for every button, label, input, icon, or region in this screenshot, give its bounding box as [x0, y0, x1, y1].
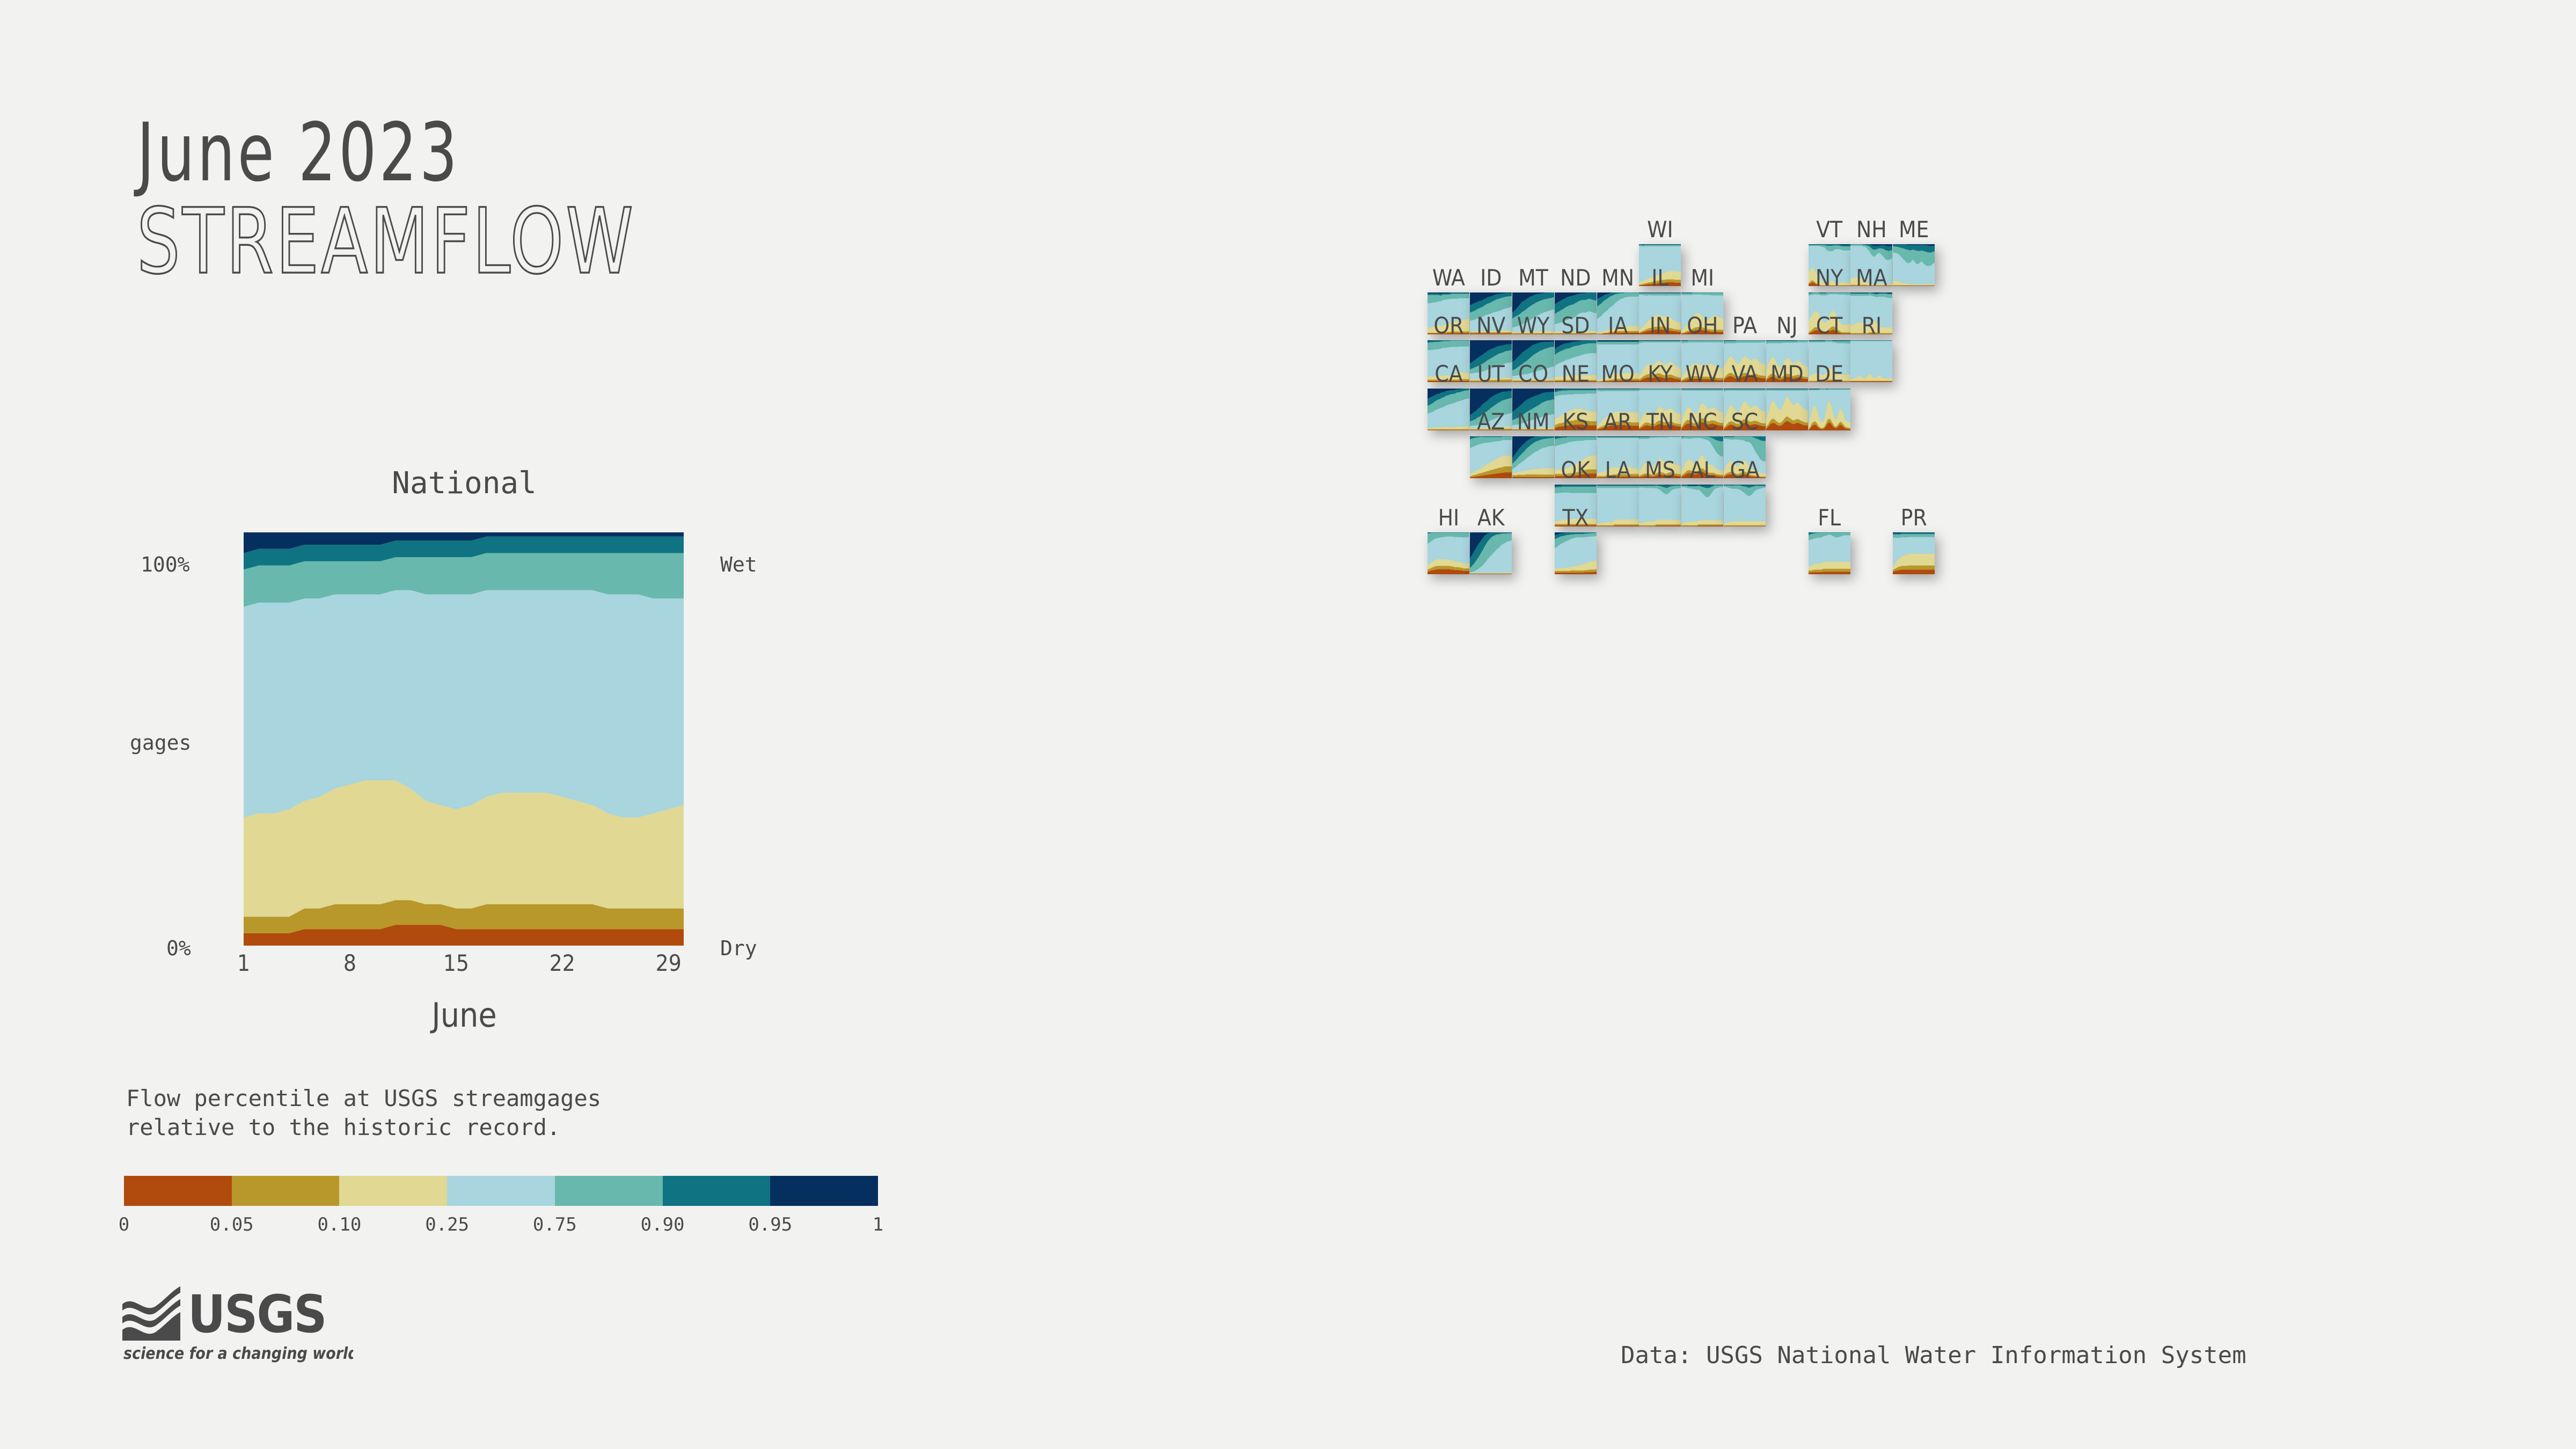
- state-tile-de[interactable]: DE: [1808, 361, 1850, 430]
- state-label-ks: KS: [1562, 408, 1589, 435]
- state-label-ri: RI: [1861, 312, 1882, 339]
- state-chart-md: [1766, 388, 1808, 430]
- state-tile-hi[interactable]: HI: [1428, 504, 1470, 574]
- state-label-ny: NY: [1815, 264, 1843, 291]
- state-label-wy: WY: [1517, 312, 1550, 339]
- state-label-ak: AK: [1477, 504, 1505, 531]
- state-chart-de: [1808, 388, 1850, 430]
- state-label-ca: CA: [1435, 360, 1463, 387]
- state-label-mi: MI: [1690, 264, 1715, 291]
- state-label-nd: ND: [1560, 264, 1591, 291]
- state-label-nv: NV: [1476, 312, 1506, 339]
- state-label-pa: PA: [1732, 312, 1757, 339]
- state-label-ar: AR: [1604, 408, 1632, 435]
- state-tile-tx[interactable]: TX: [1554, 504, 1597, 574]
- state-tile-ga[interactable]: GA: [1724, 457, 1766, 526]
- state-tile-grid: WI VT NH ME WA ID MT ND MN IL MI NY MA OR NV WY SD IA IN OH…: [0, 0, 2576, 1449]
- state-chart-ca: [1428, 388, 1470, 430]
- state-label-me: ME: [1898, 216, 1929, 243]
- state-chart-ri: [1850, 340, 1893, 382]
- state-label-nh: NH: [1856, 216, 1887, 243]
- state-tile-md[interactable]: MD: [1766, 361, 1808, 430]
- state-label-nm: NM: [1517, 408, 1550, 435]
- state-label-il: IL: [1651, 264, 1669, 291]
- state-label-tn: TN: [1646, 408, 1674, 435]
- state-label-ms: MS: [1645, 456, 1675, 483]
- state-tile-ri[interactable]: RI: [1850, 312, 1893, 382]
- state-label-sc: SC: [1731, 408, 1759, 435]
- state-label-nc: NC: [1687, 408, 1717, 435]
- state-chart-tx: [1554, 532, 1597, 574]
- state-tile-ms[interactable]: MS: [1639, 457, 1681, 526]
- state-label-co: CO: [1518, 360, 1549, 387]
- state-label-vt: VT: [1816, 216, 1843, 243]
- state-label-oh: OH: [1687, 312, 1718, 339]
- state-label-al: AL: [1689, 456, 1715, 483]
- state-chart-nm: [1512, 436, 1554, 478]
- state-chart-hi: [1428, 532, 1470, 574]
- state-label-in: IN: [1649, 312, 1671, 339]
- state-label-id: ID: [1480, 264, 1502, 291]
- state-chart-fl: [1808, 532, 1850, 574]
- state-label-tx: TX: [1562, 504, 1589, 531]
- state-chart-la: [1597, 484, 1639, 526]
- state-label-de: DE: [1815, 360, 1844, 387]
- state-chart-ga: [1724, 484, 1766, 526]
- state-chart-az: [1470, 436, 1512, 478]
- state-chart-al: [1681, 484, 1724, 526]
- state-tile-al[interactable]: AL: [1681, 457, 1724, 526]
- state-tile-ca[interactable]: CA: [1428, 361, 1470, 430]
- state-label-wi: WI: [1647, 216, 1673, 243]
- state-label-nj: NJ: [1776, 312, 1798, 339]
- state-label-ia: IA: [1608, 312, 1628, 339]
- state-chart-ms: [1639, 484, 1681, 526]
- state-label-sd: SD: [1561, 312, 1590, 339]
- state-chart-me: [1893, 244, 1935, 286]
- state-label-mn: MN: [1601, 264, 1635, 291]
- state-tile-me[interactable]: ME: [1893, 216, 1935, 286]
- state-label-ky: KY: [1648, 360, 1673, 387]
- state-label-pr: PR: [1900, 504, 1927, 531]
- state-label-ct: CT: [1816, 312, 1843, 339]
- state-label-md: MD: [1770, 360, 1804, 387]
- state-label-ma: MA: [1856, 264, 1887, 291]
- state-tile-nm[interactable]: NM: [1512, 408, 1554, 478]
- state-label-wa: WA: [1432, 264, 1465, 291]
- state-label-hi: HI: [1438, 504, 1460, 531]
- state-label-or: OR: [1433, 312, 1464, 339]
- state-label-ok: OK: [1561, 456, 1591, 483]
- state-label-az: AZ: [1477, 408, 1505, 435]
- state-label-mt: MT: [1518, 264, 1548, 291]
- state-label-mo: MO: [1601, 360, 1635, 387]
- state-label-ut: UT: [1477, 360, 1505, 387]
- state-tile-az[interactable]: AZ: [1470, 408, 1512, 478]
- state-label-va: VA: [1731, 360, 1758, 387]
- state-label-ne: NE: [1561, 360, 1590, 387]
- data-source-caption: Data: USGS National Water Information Sy…: [1621, 1342, 2246, 1369]
- state-label-wv: WV: [1685, 360, 1719, 387]
- state-tile-pr[interactable]: PR: [1893, 504, 1935, 574]
- state-label-la: LA: [1605, 456, 1631, 483]
- state-chart-pr: [1893, 532, 1935, 574]
- state-label-ga: GA: [1730, 456, 1760, 483]
- state-tile-ak[interactable]: AK: [1470, 504, 1512, 574]
- state-label-fl: FL: [1818, 504, 1841, 531]
- state-chart-ak: [1470, 532, 1512, 574]
- state-tile-la[interactable]: LA: [1597, 457, 1639, 526]
- state-tile-fl[interactable]: FL: [1808, 504, 1850, 574]
